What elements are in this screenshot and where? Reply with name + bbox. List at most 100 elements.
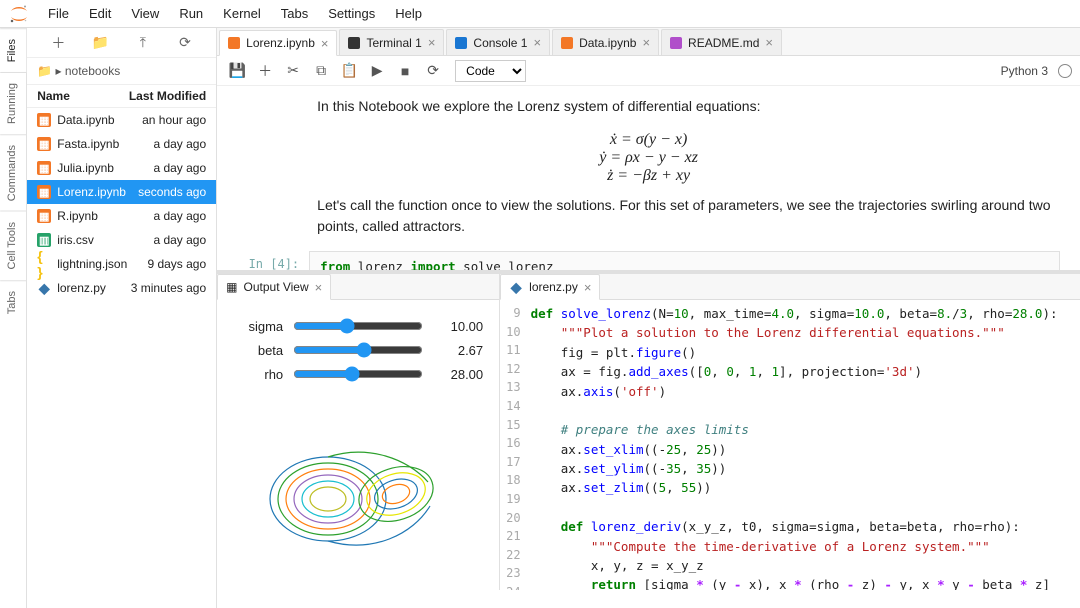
- menu-kernel[interactable]: Kernel: [213, 2, 271, 25]
- tab-icon: [455, 37, 467, 49]
- close-icon[interactable]: ×: [533, 35, 541, 50]
- output-body: sigma10.00beta2.67rho28.00: [217, 300, 499, 590]
- tab-console-1[interactable]: Console 1 ×: [446, 29, 550, 55]
- tab-label: lorenz.py: [529, 280, 578, 294]
- equation-line: ẏ = ρx − y − xz: [237, 149, 1060, 167]
- tab-terminal-1[interactable]: Terminal 1 ×: [339, 29, 444, 55]
- celltype-select[interactable]: Code: [455, 60, 526, 82]
- tab-icon: [561, 37, 573, 49]
- file-row[interactable]: { }lightning.json9 days ago: [27, 252, 216, 276]
- restart-icon[interactable]: ⟳: [421, 62, 445, 79]
- markdown-cell: Let's call the function once to view the…: [237, 195, 1060, 245]
- menu-help[interactable]: Help: [385, 2, 432, 25]
- file-row[interactable]: ▦Fasta.ipynba day ago: [27, 132, 216, 156]
- new-folder-icon[interactable]: 📁: [89, 34, 113, 51]
- file-row[interactable]: ▦R.ipynba day ago: [27, 204, 216, 228]
- file-row[interactable]: ▦Julia.ipynba day ago: [27, 156, 216, 180]
- menu-settings[interactable]: Settings: [318, 2, 385, 25]
- slider-input[interactable]: [293, 342, 423, 358]
- file-name: Data.ipynb: [57, 113, 114, 127]
- menu-tabs[interactable]: Tabs: [271, 2, 318, 25]
- run-icon[interactable]: ▶: [365, 62, 389, 79]
- paste-icon[interactable]: 📋: [337, 62, 361, 79]
- file-name: lorenz.py: [57, 281, 106, 295]
- copy-icon[interactable]: ⧉: [309, 62, 333, 79]
- file-icon: ▥: [37, 233, 51, 247]
- breadcrumb-segment[interactable]: notebooks: [65, 64, 120, 78]
- slider-input[interactable]: [293, 318, 423, 334]
- slider-sigma: sigma 10.00: [233, 318, 483, 334]
- close-icon[interactable]: ×: [642, 35, 650, 50]
- file-modified: 9 days ago: [147, 257, 206, 271]
- slider-value: 28.00: [433, 367, 483, 382]
- file-row[interactable]: ▦Lorenz.ipynbseconds ago: [27, 180, 216, 204]
- code-lines[interactable]: def solve_lorenz(N=10, max_time=4.0, sig…: [531, 304, 1080, 586]
- activity-commands[interactable]: Commands: [0, 134, 26, 211]
- stop-icon[interactable]: ■: [393, 63, 417, 79]
- menu-edit[interactable]: Edit: [79, 2, 121, 25]
- file-modified: 3 minutes ago: [131, 281, 206, 295]
- slider-input[interactable]: [293, 366, 423, 382]
- file-modified: a day ago: [153, 161, 206, 175]
- file-row[interactable]: ▦Data.ipynban hour ago: [27, 108, 216, 132]
- tab-label: Data.ipynb: [579, 36, 636, 50]
- lorenz-attractor-plot: [248, 394, 468, 574]
- add-cell-icon[interactable]: ＋: [253, 61, 277, 81]
- breadcrumb[interactable]: 📁 ▸ notebooks: [27, 58, 216, 84]
- close-icon[interactable]: ×: [315, 280, 323, 295]
- new-launcher-icon[interactable]: ＋: [46, 33, 70, 53]
- code-editor[interactable]: 9 10 11 12 13 14 15 16 17 18 19 20 21 22…: [500, 300, 1080, 590]
- bottom-panels: ▦ Output View × sigma10.00beta2.67rho28.…: [217, 270, 1080, 590]
- activity-cell-tools[interactable]: Cell Tools: [0, 211, 26, 280]
- close-icon[interactable]: ×: [584, 280, 592, 295]
- file-modified: a day ago: [153, 233, 206, 247]
- file-modified: an hour ago: [142, 113, 206, 127]
- equation-line: ẋ = σ(y − x): [237, 131, 1060, 149]
- code-cell[interactable]: In [4]: from lorenz import solve_lorenzt…: [237, 251, 1060, 270]
- activitybar: FilesRunningCommandsCell ToolsTabs: [0, 28, 27, 608]
- tab-label: Terminal 1: [366, 36, 421, 50]
- tab-lorenz-ipynb[interactable]: Lorenz.ipynb ×: [219, 30, 337, 56]
- tab-data-ipynb[interactable]: Data.ipynb ×: [552, 29, 659, 55]
- tab-label: Console 1: [473, 36, 527, 50]
- slider-value: 10.00: [433, 319, 483, 334]
- file-toolbar: ＋ 📁 ⤒ ⟳: [27, 28, 216, 58]
- tab-output-view[interactable]: ▦ Output View ×: [217, 274, 331, 300]
- file-name: Fasta.ipynb: [57, 137, 119, 151]
- file-modified: a day ago: [153, 209, 206, 223]
- kernel-status-icon[interactable]: [1058, 64, 1072, 78]
- close-icon[interactable]: ×: [765, 35, 773, 50]
- cut-icon[interactable]: ✂: [281, 62, 305, 79]
- col-modified[interactable]: Last Modified: [129, 89, 206, 103]
- menubar: FileEditViewRunKernelTabsSettingsHelp: [0, 0, 1080, 28]
- cell-input[interactable]: from lorenz import solve_lorenzt, x_t = …: [309, 251, 1060, 270]
- close-icon[interactable]: ×: [321, 36, 329, 51]
- close-icon[interactable]: ×: [428, 35, 436, 50]
- tab-lorenz-py[interactable]: ◆ lorenz.py ×: [500, 274, 600, 300]
- file-icon: { }: [37, 257, 51, 271]
- activity-tabs[interactable]: Tabs: [0, 280, 26, 324]
- menu-view[interactable]: View: [121, 2, 169, 25]
- upload-icon[interactable]: ⤒: [131, 34, 155, 51]
- folder-icon: 📁 ▸: [37, 64, 65, 78]
- file-row[interactable]: ◆lorenz.py3 minutes ago: [27, 276, 216, 300]
- file-list-header: Name Last Modified: [27, 84, 216, 108]
- editor-panel: ◆ lorenz.py × 9 10 11 12 13 14 15 16 17 …: [500, 274, 1080, 590]
- file-row[interactable]: ▥iris.csva day ago: [27, 228, 216, 252]
- slider-label: sigma: [233, 319, 283, 334]
- file-name: Lorenz.ipynb: [57, 185, 126, 199]
- kernel-name[interactable]: Python 3: [1001, 64, 1048, 78]
- file-modified: a day ago: [153, 137, 206, 151]
- tab-label: Lorenz.ipynb: [246, 36, 315, 50]
- menu-file[interactable]: File: [38, 2, 79, 25]
- jupyter-logo-icon: [8, 3, 30, 25]
- tab-readme-md[interactable]: README.md×: [661, 29, 782, 55]
- activity-running[interactable]: Running: [0, 72, 26, 134]
- refresh-icon[interactable]: ⟳: [173, 34, 197, 51]
- activity-files[interactable]: Files: [0, 28, 26, 72]
- tab-icon: [228, 37, 240, 49]
- menu-run[interactable]: Run: [169, 2, 213, 25]
- col-name[interactable]: Name: [37, 89, 70, 103]
- save-icon[interactable]: 💾: [225, 62, 249, 79]
- slider-label: beta: [233, 343, 283, 358]
